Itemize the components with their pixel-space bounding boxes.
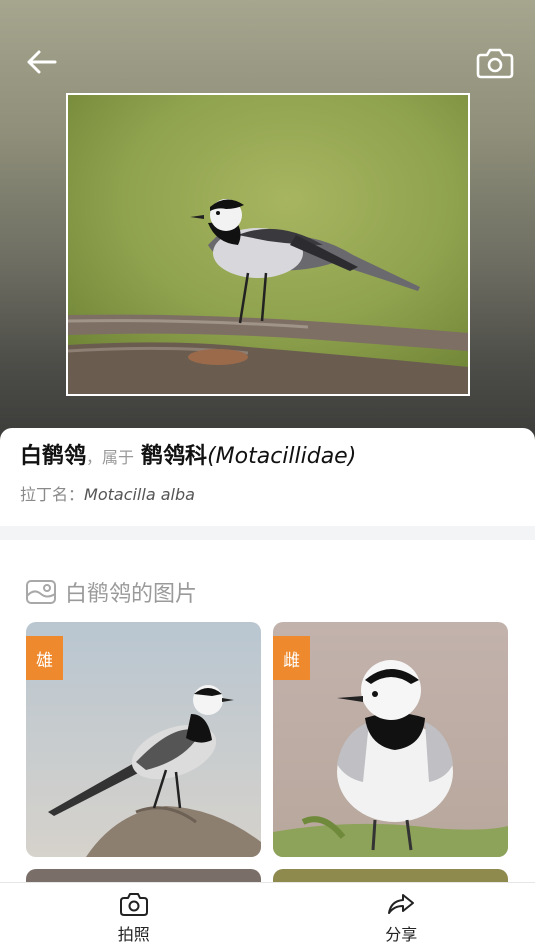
gallery-title: 白鹡鸰的图片 xyxy=(65,582,198,607)
belongs-label: 属于 xyxy=(102,448,135,467)
take-photo-button[interactable]: 拍照 xyxy=(0,883,268,951)
family-name: 鹡鸰科 xyxy=(141,444,208,469)
share-label: 分享 xyxy=(385,925,418,944)
gallery-item-female[interactable]: 雌 xyxy=(273,622,508,857)
camera-icon xyxy=(119,893,148,916)
image-icon xyxy=(26,580,56,604)
camera-icon xyxy=(476,48,514,79)
main-bird-photo[interactable] xyxy=(66,93,470,396)
species-info-card: 白鹡鸰，属于 鹡鸰科(Motacillidae) 拉丁名：Motacilla a… xyxy=(0,428,535,526)
title-separator: ， xyxy=(86,448,103,467)
species-name: 白鹡鸰 xyxy=(20,444,87,469)
share-icon xyxy=(388,894,415,914)
gallery-header: 白鹡鸰的图片 xyxy=(25,576,197,608)
gender-tag-female: 雌 xyxy=(273,636,310,680)
latin-name-row: 拉丁名：Motacilla alba xyxy=(20,481,515,505)
latin-label: 拉丁名： xyxy=(20,485,85,504)
share-button[interactable]: 分享 xyxy=(268,883,535,951)
species-title: 白鹡鸰，属于 鹡鸰科(Motacillidae) xyxy=(20,442,515,473)
back-button[interactable] xyxy=(22,44,62,80)
bottom-action-bar: 拍照 分享 xyxy=(0,882,535,951)
hero-header xyxy=(0,0,535,440)
arrow-left-icon xyxy=(27,50,57,74)
camera-button[interactable] xyxy=(474,43,516,81)
section-divider xyxy=(0,526,535,540)
latin-name: Motacilla alba xyxy=(84,485,195,504)
family-latin-name: (Motacillidae) xyxy=(207,444,357,469)
gallery-item-male[interactable]: 雄 xyxy=(26,622,261,857)
take-photo-label: 拍照 xyxy=(117,925,150,944)
gender-tag-male: 雄 xyxy=(26,636,63,680)
